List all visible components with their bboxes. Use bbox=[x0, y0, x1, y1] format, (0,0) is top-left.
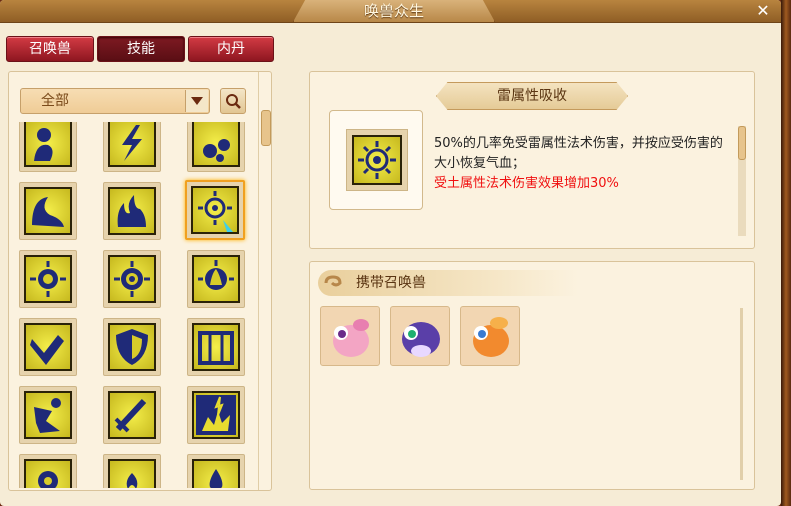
chevron-down-icon[interactable] bbox=[185, 90, 208, 112]
window-title: 唤兽众生 bbox=[363, 2, 424, 20]
explosion-icon bbox=[196, 395, 236, 435]
sun-fire-icon bbox=[198, 260, 234, 290]
skill-title: 雷属性吸收 bbox=[497, 88, 567, 104]
pink-pet-icon bbox=[333, 319, 369, 357]
filter-dropdown[interactable]: 全部 bbox=[20, 88, 210, 114]
background-decoration bbox=[781, 0, 791, 506]
detail-skill-icon bbox=[346, 129, 408, 191]
scrollbar-thumb[interactable] bbox=[261, 110, 271, 146]
skill-fire-drop[interactable] bbox=[187, 454, 245, 488]
skill-sun-emblem[interactable] bbox=[19, 250, 77, 308]
skill-meteor[interactable] bbox=[187, 122, 245, 172]
pets-scrollbar[interactable] bbox=[740, 308, 743, 480]
skill-gate[interactable] bbox=[187, 318, 245, 376]
skill-sun-fire[interactable] bbox=[187, 250, 245, 308]
pink-pet-avatar[interactable] bbox=[320, 306, 380, 366]
tab-summon[interactable]: 召唤兽 bbox=[6, 36, 94, 62]
skill-list-scrollbar[interactable] bbox=[258, 72, 271, 490]
close-icon: ✕ bbox=[756, 1, 770, 20]
skill-shield[interactable] bbox=[103, 318, 161, 376]
gate-icon bbox=[198, 331, 234, 365]
orange-pet-icon bbox=[473, 317, 509, 357]
title-tab: 唤兽众生 bbox=[293, 0, 495, 22]
skill-lightning[interactable] bbox=[103, 122, 161, 172]
skill-flame[interactable] bbox=[103, 182, 161, 240]
shield-icon bbox=[116, 329, 148, 365]
stone-figure-icon bbox=[34, 128, 53, 161]
skill-explosion[interactable] bbox=[187, 386, 245, 444]
skill-stone-figure[interactable] bbox=[19, 122, 77, 172]
purple-pet-avatar[interactable] bbox=[390, 306, 450, 366]
plant-icon bbox=[126, 473, 138, 488]
water-wave-icon bbox=[32, 197, 64, 227]
skill-bomb[interactable] bbox=[19, 454, 77, 488]
skill-grid bbox=[9, 122, 255, 488]
skill-effect-text: 受土属性法术伤害效果增加30% bbox=[434, 176, 619, 191]
bomb-icon bbox=[38, 471, 58, 488]
thunder-absorb-icon bbox=[358, 141, 396, 179]
skill-list-panel: 全部 bbox=[8, 71, 272, 491]
skill-sword[interactable] bbox=[103, 386, 161, 444]
carried-pets-panel: 携带召唤兽 bbox=[309, 261, 755, 490]
skill-title-banner: 雷属性吸收 bbox=[436, 82, 628, 110]
skill-plant[interactable] bbox=[103, 454, 161, 488]
sword-icon bbox=[114, 398, 147, 433]
scrollbar-thumb[interactable] bbox=[738, 126, 746, 160]
search-button[interactable] bbox=[220, 88, 246, 114]
lightning-icon bbox=[122, 125, 142, 161]
skill-broken-arm[interactable] bbox=[19, 318, 77, 376]
tab-skills[interactable]: 技能 bbox=[97, 36, 185, 62]
description-scrollbar[interactable] bbox=[738, 126, 746, 236]
search-icon bbox=[226, 94, 241, 109]
skill-description: 50%的几率免受雷属性法术伤害，并按应受伤害的大小恢复气血； 受土属性法术伤害效… bbox=[434, 134, 734, 194]
pets-header-title: 携带召唤兽 bbox=[356, 275, 426, 291]
skill-description-text: 50%的几率免受雷属性法术伤害，并按应受伤害的大小恢复气血； bbox=[434, 136, 723, 171]
fire-drop-icon bbox=[209, 469, 223, 488]
orange-pet-avatar[interactable] bbox=[460, 306, 520, 366]
tab-neidan[interactable]: 内丹 bbox=[188, 36, 274, 62]
close-button[interactable]: ✕ bbox=[754, 2, 772, 20]
meteor-icon bbox=[203, 139, 230, 162]
skill-kick[interactable] bbox=[19, 386, 77, 444]
purple-pet-icon bbox=[402, 322, 440, 357]
skill-detail-panel: 雷属性吸收 50%的几率免受雷属性法术伤害，并按应受伤害的大小恢复气血； 受土属… bbox=[309, 71, 755, 249]
sun-emblem-icon bbox=[30, 261, 66, 297]
summon-window: 唤兽众生 ✕ 召唤兽 技能 内丹 全部 雷属性吸收 50%的几率免受雷属性法术伤… bbox=[0, 0, 781, 506]
skill-detail-icon-frame bbox=[329, 110, 423, 210]
flame-icon bbox=[117, 195, 146, 227]
kick-icon bbox=[34, 398, 61, 433]
skill-sun-gear[interactable] bbox=[103, 250, 161, 308]
filter-selected: 全部 bbox=[41, 93, 69, 109]
broken-arm-icon bbox=[30, 335, 64, 365]
skill-thunder-absorb[interactable] bbox=[185, 180, 245, 240]
scroll-ornament-icon bbox=[324, 275, 342, 287]
thunder-absorb-icon bbox=[198, 191, 233, 232]
title-bar: 唤兽众生 ✕ bbox=[0, 0, 781, 23]
sun-gear-icon bbox=[114, 261, 150, 297]
skill-water-wave[interactable] bbox=[19, 182, 77, 240]
pets-header: 携带召唤兽 bbox=[318, 270, 578, 296]
